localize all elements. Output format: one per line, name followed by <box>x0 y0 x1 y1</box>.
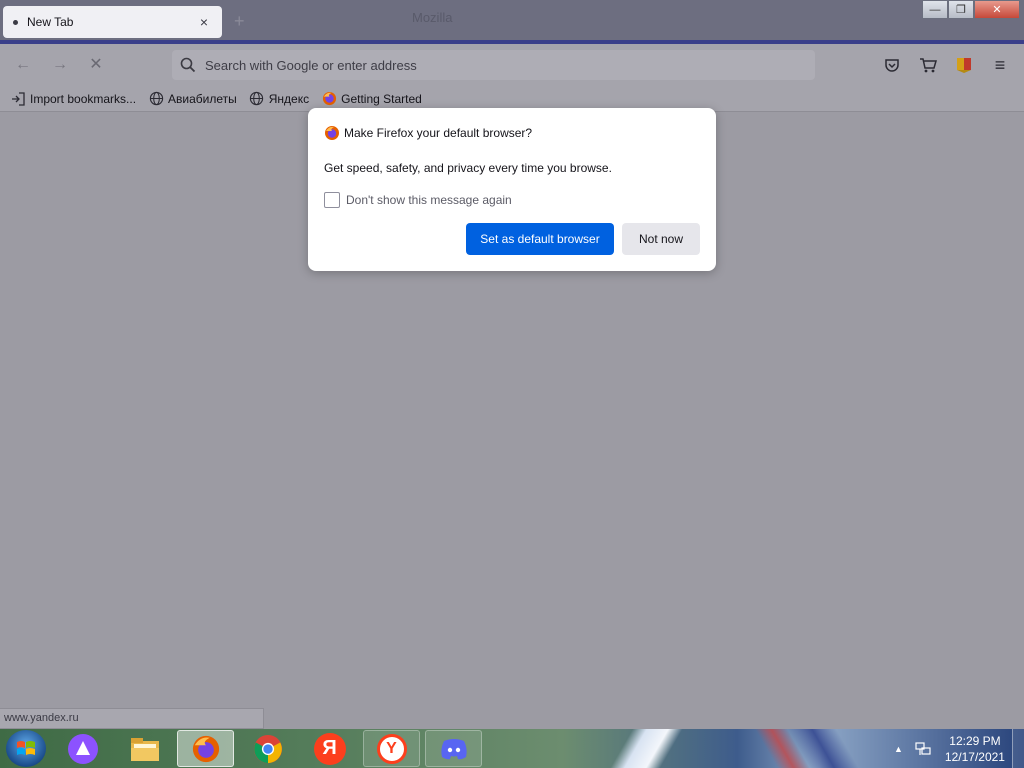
globe-icon <box>148 91 164 107</box>
dialog-title: Make Firefox your default browser? <box>344 126 533 140</box>
show-desktop-button[interactable] <box>1012 729 1024 768</box>
cart-icon[interactable] <box>918 55 938 75</box>
bookmark-yandex[interactable]: Яндекс <box>249 91 309 107</box>
yandex-icon: Я <box>313 732 346 765</box>
windows-logo-icon <box>17 740 35 755</box>
dialog-header: Make Firefox your default browser? <box>324 125 532 141</box>
taskbar-alice[interactable] <box>54 730 111 767</box>
minimize-button[interactable]: — <box>922 0 948 19</box>
taskbar-chrome[interactable] <box>239 730 296 767</box>
bookmark-getting-started[interactable]: Getting Started <box>321 91 422 107</box>
taskbar-firefox[interactable] <box>177 730 234 767</box>
taskbar-yandex-browser[interactable]: Y <box>363 730 420 767</box>
window-controls: — ❐ ✕ <box>922 0 1020 19</box>
bookmark-label: Import bookmarks... <box>30 91 137 106</box>
chrome-icon <box>253 734 282 763</box>
network-icon[interactable] <box>915 741 931 757</box>
wallpaper-art <box>590 729 710 768</box>
wallpaper-art <box>745 729 885 768</box>
dont-show-again-checkbox[interactable] <box>324 192 340 208</box>
taskbar-file-explorer[interactable] <box>116 730 173 767</box>
clock-time: 12:29 PM <box>949 733 1001 748</box>
bookmark-label: Яндекс <box>268 91 310 106</box>
dialog-message: Get speed, safety, and privacy every tim… <box>324 161 612 175</box>
maximize-button[interactable]: ❐ <box>948 0 974 19</box>
firefox-icon <box>321 91 337 107</box>
taskbar-discord[interactable] <box>425 730 482 767</box>
alice-icon <box>67 733 98 764</box>
set-default-browser-button[interactable]: Set as default browser <box>466 223 614 255</box>
taskbar-clock[interactable]: 12:29 PM 12/17/2021 <box>945 733 1005 765</box>
back-button[interactable]: ← <box>13 55 33 75</box>
pocket-icon[interactable] <box>882 55 902 75</box>
globe-icon <box>249 91 265 107</box>
forward-button[interactable]: → <box>50 55 70 75</box>
system-tray: ▲ 12:29 PM 12/17/2021 <box>888 729 1024 768</box>
dont-show-again-option[interactable]: Don't show this message again <box>324 192 512 208</box>
url-input[interactable] <box>205 57 815 73</box>
bookmark-label: Getting Started <box>341 91 422 106</box>
dont-show-again-label[interactable]: Don't show this message again <box>346 193 512 207</box>
clock-date: 12/17/2021 <box>944 749 1005 764</box>
browser-titlebar: Mozilla New Tab × + — ❐ ✕ <box>0 0 1024 44</box>
window-title: Mozilla <box>412 10 453 25</box>
stop-button[interactable]: ✕ <box>86 55 106 75</box>
firefox-icon <box>192 735 219 762</box>
tab-new-tab[interactable]: New Tab × <box>3 6 222 38</box>
tab-loading-icon <box>13 19 18 25</box>
windows-taskbar: Я Y ▲ 12:29 PM 12/17/2021 <box>0 729 1024 768</box>
extension-flag-icon[interactable] <box>954 55 974 75</box>
menu-icon[interactable]: ≡ <box>990 55 1010 75</box>
bookmark-label: Авиабилеты <box>168 91 237 106</box>
bookmark-import[interactable]: Import bookmarks... <box>10 91 136 107</box>
discord-icon <box>440 738 467 759</box>
status-url: www.yandex.ru <box>0 708 264 729</box>
tab-title: New Tab <box>27 15 74 29</box>
close-window-button[interactable]: ✕ <box>974 0 1020 19</box>
show-hidden-icons-button[interactable]: ▲ <box>894 744 903 754</box>
nav-toolbar: ← → ✕ ≡ <box>0 44 1024 86</box>
search-icon <box>180 57 196 73</box>
yandex-browser-icon: Y <box>376 733 407 764</box>
firefox-icon <box>325 126 339 140</box>
start-button[interactable] <box>6 730 46 767</box>
not-now-button[interactable]: Not now <box>622 223 700 255</box>
tab-close-button[interactable]: × <box>196 14 212 30</box>
default-browser-dialog: Make Firefox your default browser? Get s… <box>308 108 716 271</box>
new-tab-button[interactable]: + <box>234 10 245 32</box>
import-icon <box>10 91 26 107</box>
folder-icon <box>130 737 159 761</box>
taskbar-yandex[interactable]: Я <box>301 730 358 767</box>
address-bar[interactable] <box>172 50 815 80</box>
bookmark-aviabilety[interactable]: Авиабилеты <box>148 91 237 107</box>
